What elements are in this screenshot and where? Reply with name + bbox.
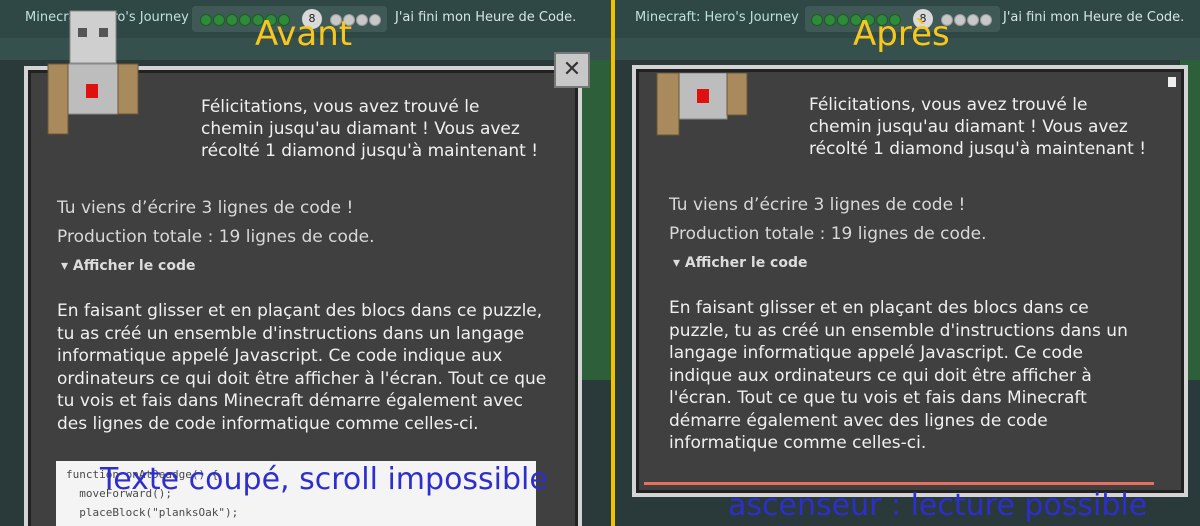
scrollbar-thumb[interactable] bbox=[1168, 77, 1176, 87]
before-caption: Texte coupé, scroll impossible bbox=[100, 462, 548, 497]
progress-dot[interactable] bbox=[369, 14, 381, 26]
finish-link[interactable]: J'ai fini mon Heure de Code. bbox=[1003, 10, 1184, 25]
after-caption: ascenseur : lecture possible bbox=[728, 488, 1148, 523]
progress-dot[interactable] bbox=[824, 14, 836, 26]
close-button[interactable]: ✕ bbox=[554, 52, 590, 88]
total-lines-text: Production totale : 19 lignes de code. bbox=[57, 227, 375, 247]
success-message: Félicitations, vous avez trouvé le chemi… bbox=[809, 95, 1147, 159]
progress-dot[interactable] bbox=[980, 14, 992, 26]
progress-dot[interactable] bbox=[954, 14, 966, 26]
progress-dot[interactable] bbox=[226, 14, 238, 26]
code-line: placeBlock("planksOak"); bbox=[66, 506, 239, 519]
robot-avatar bbox=[47, 10, 139, 135]
after-label: Après bbox=[853, 14, 950, 54]
progress-dot[interactable] bbox=[200, 14, 212, 26]
lines-written-text: Tu viens d’écrire 3 lignes de code ! bbox=[669, 195, 966, 215]
finish-link[interactable]: J'ai fini mon Heure de Code. bbox=[395, 10, 576, 25]
progress-dot[interactable] bbox=[837, 14, 849, 26]
after-panel: Minecraft: Hero's Journey 8 J'ai fini mo… bbox=[615, 0, 1200, 526]
game-side-strip bbox=[582, 60, 612, 380]
explanation-paragraph: En faisant glisser et en plaçant des blo… bbox=[57, 301, 547, 434]
progress-dot[interactable] bbox=[967, 14, 979, 26]
total-lines-text: Production totale : 19 lignes de code. bbox=[669, 224, 987, 244]
show-code-toggle[interactable]: ▾ Afficher le code bbox=[61, 258, 196, 274]
lines-written-text: Tu viens d’écrire 3 lignes de code ! bbox=[57, 198, 354, 218]
show-code-toggle[interactable]: ▾ Afficher le code bbox=[673, 255, 808, 271]
before-panel: Minecraft: Hero's Journey 8 J'ai fini mo… bbox=[0, 0, 612, 526]
dialog-content: Félicitations, vous avez trouvé le chemi… bbox=[36, 78, 570, 526]
progress-dot[interactable] bbox=[239, 14, 251, 26]
before-label: Avant bbox=[255, 14, 353, 54]
explanation-paragraph: En faisant glisser et en plaçant des blo… bbox=[669, 298, 1128, 453]
game-title: Minecraft: Hero's Journey bbox=[635, 10, 799, 25]
progress-dot[interactable] bbox=[356, 14, 368, 26]
close-icon: ✕ bbox=[562, 57, 582, 82]
progress-dot[interactable] bbox=[213, 14, 225, 26]
success-message: Félicitations, vous avez trouvé le chemi… bbox=[201, 97, 539, 161]
progress-dot[interactable] bbox=[811, 14, 823, 26]
scroll-indicator bbox=[644, 482, 1154, 485]
robot-avatar bbox=[656, 73, 748, 136]
